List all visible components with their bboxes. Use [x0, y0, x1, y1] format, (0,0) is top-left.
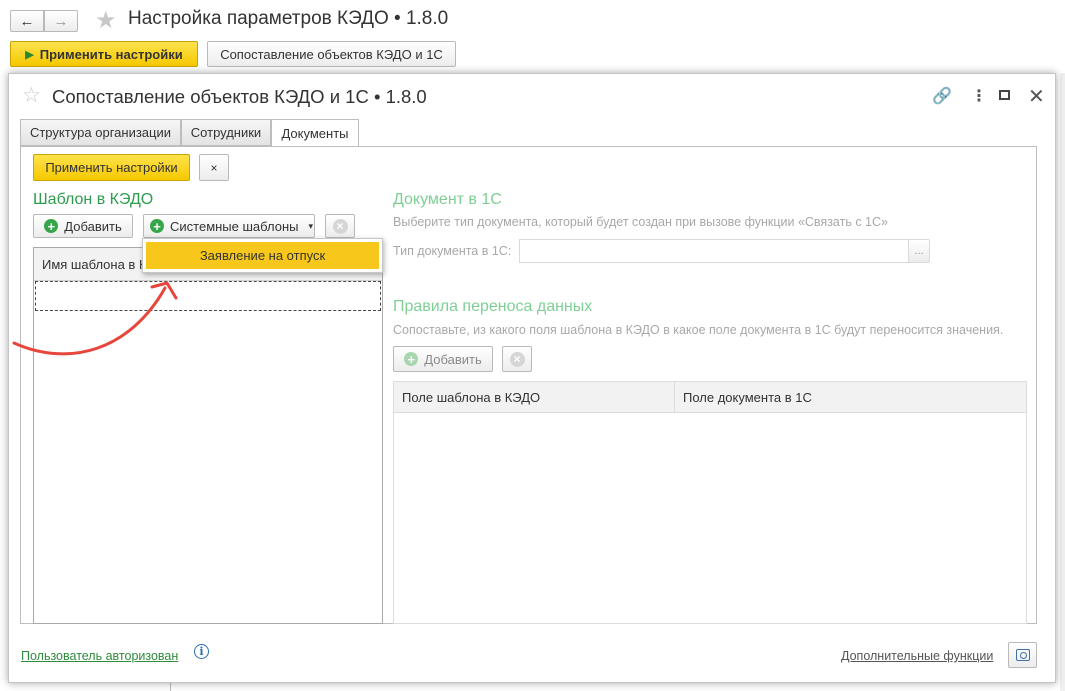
delete-icon: ×: [509, 351, 525, 367]
user-authorized-link[interactable]: Пользователь авторизован: [21, 649, 178, 663]
document-hint: Выберите тип документа, который будет со…: [393, 215, 888, 229]
document-section-title: Документ в 1С: [393, 191, 502, 208]
plus-icon: +: [404, 352, 419, 366]
mapping-dialog: ☆ Сопоставление объектов КЭДО и 1С • 1.8…: [8, 73, 1056, 683]
document-type-picker-button[interactable]: ...: [908, 239, 930, 263]
favorite-star-icon[interactable]: ★: [95, 6, 117, 35]
forward-button[interactable]: →: [44, 10, 78, 32]
rules-table-header: Поле шаблона в КЭДО Поле документа в 1С: [394, 382, 1026, 413]
close-icon[interactable]: ✕: [1028, 84, 1045, 109]
add-rule-label: Добавить: [424, 351, 482, 367]
apply-settings-button[interactable]: ▶ Применить настройки: [10, 41, 198, 67]
dropdown-item-vacation-request[interactable]: Заявление на отпуск: [146, 242, 379, 269]
tab-documents[interactable]: Документы: [271, 119, 359, 147]
back-button[interactable]: ←: [10, 10, 44, 32]
rules-section-title: Правила переноса данных: [393, 298, 593, 315]
add-rule-button[interactable]: + Добавить: [393, 346, 493, 372]
maximize-icon[interactable]: [999, 90, 1010, 100]
system-templates-label: Системные шаблоны: [170, 218, 299, 234]
system-templates-button[interactable]: + Системные шаблоны ▾: [143, 214, 315, 238]
mapping-button[interactable]: Сопоставление объектов КЭДО и 1С: [207, 41, 456, 67]
template-section-title: Шаблон в КЭДО: [33, 191, 154, 208]
template-field-column-header[interactable]: Поле шаблона в КЭДО: [394, 382, 675, 413]
delete-template-button[interactable]: ×: [325, 214, 355, 238]
system-templates-dropdown: Заявление на отпуск: [142, 238, 383, 273]
dialog-title: Сопоставление объектов КЭДО и 1С • 1.8.0: [52, 86, 427, 107]
background-strip: [1060, 73, 1065, 691]
document-field-column-header[interactable]: Поле документа в 1С: [675, 382, 1025, 413]
rules-hint: Сопоставьте, из какого поля шаблона в КЭ…: [393, 323, 1004, 337]
info-icon[interactable]: i: [194, 644, 209, 659]
add-template-button[interactable]: + Добавить: [33, 214, 133, 238]
rules-table: Поле шаблона в КЭДО Поле документа в 1С: [393, 381, 1027, 624]
screenshot-button[interactable]: [1008, 642, 1037, 668]
apply-settings-button[interactable]: Применить настройки: [33, 154, 190, 181]
table-row[interactable]: [35, 281, 381, 311]
chevron-down-icon: ▾: [308, 220, 314, 231]
window-title: Настройка параметров КЭДО • 1.8.0: [128, 8, 449, 29]
document-type-input[interactable]: [519, 239, 909, 263]
document-type-label: Тип документа в 1С:: [393, 244, 512, 258]
play-icon: ▶: [25, 48, 34, 61]
tab-employees[interactable]: Сотрудники: [181, 119, 271, 146]
tab-organization-structure[interactable]: Структура организации: [20, 119, 181, 146]
plus-icon: +: [44, 219, 59, 233]
documents-tab-panel: Применить настройки × Шаблон в КЭДО + До…: [20, 146, 1037, 624]
favorite-star-icon[interactable]: ☆: [22, 83, 41, 108]
add-template-label: Добавить: [64, 218, 122, 234]
delete-icon: ×: [332, 218, 348, 234]
plus-icon: +: [150, 219, 164, 233]
templates-table: Имя шаблона в К: [33, 247, 383, 624]
close-button[interactable]: ×: [199, 154, 229, 181]
more-options-icon[interactable]: ⋮: [971, 86, 987, 106]
delete-rule-button[interactable]: ×: [502, 346, 532, 372]
additional-functions-link[interactable]: Дополнительные функции: [841, 649, 993, 663]
background-divider: [170, 683, 171, 691]
camera-icon: [1015, 649, 1030, 661]
apply-settings-label: Применить настройки: [39, 46, 183, 62]
link-icon[interactable]: 🔗: [932, 86, 952, 106]
